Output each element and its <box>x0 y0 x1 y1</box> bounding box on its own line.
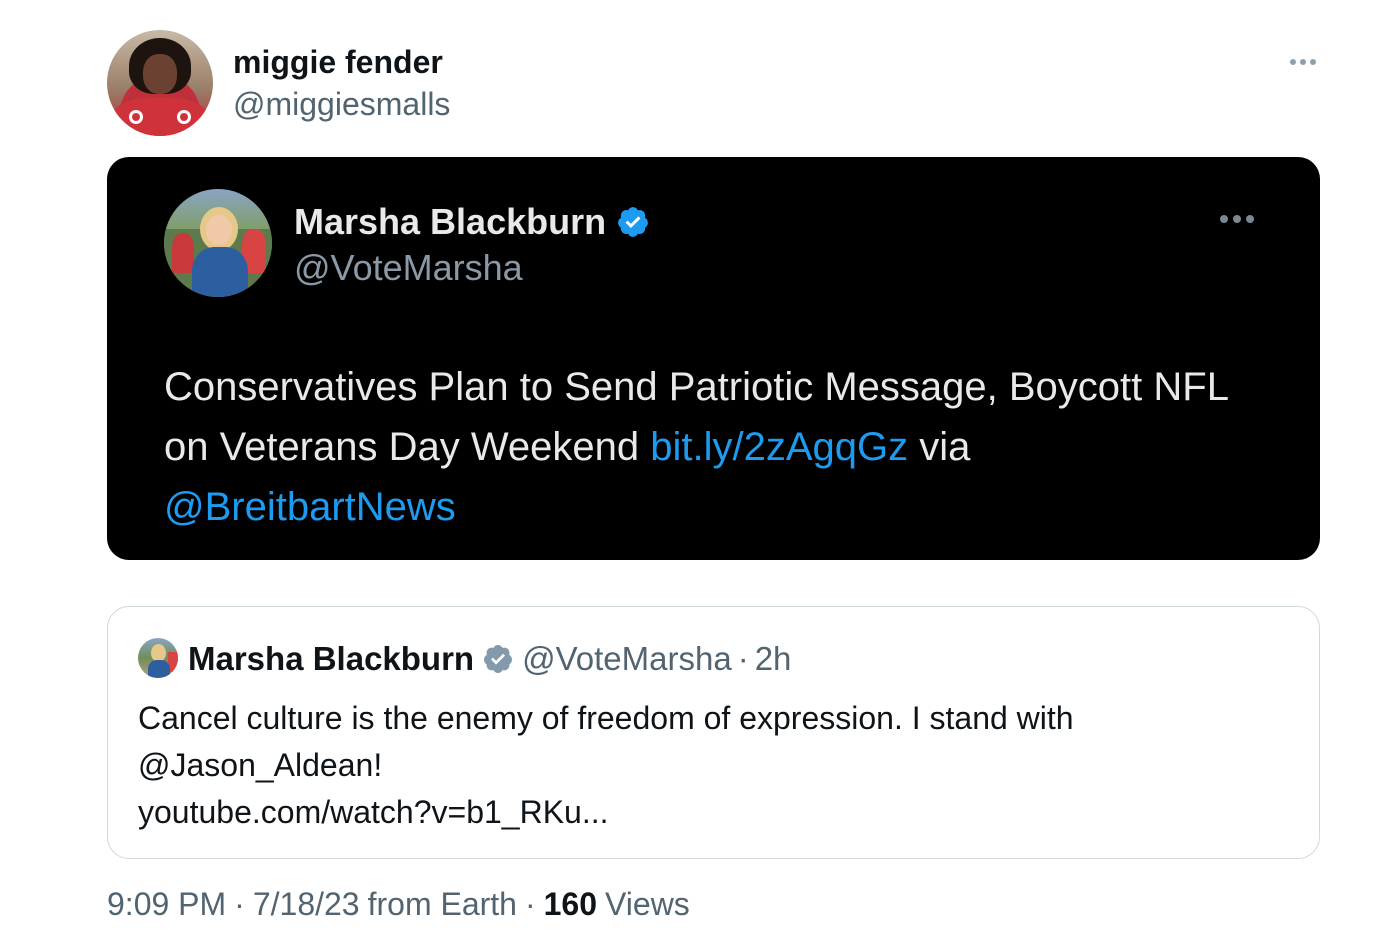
avatar-face <box>206 215 232 245</box>
more-dot <box>1220 215 1228 223</box>
embedded-text-part: via <box>908 425 971 469</box>
embedded-author-name: Marsha Blackburn <box>294 201 607 242</box>
separator-dot: · <box>737 640 749 677</box>
embedded-mention-link: @BreitbartNews <box>164 485 456 529</box>
quoted-author-handle: @VoteMarsha <box>522 640 732 677</box>
author-name[interactable]: miggie fender <box>233 44 443 81</box>
quoted-author-avatar <box>138 638 178 678</box>
quoted-mention: @Jason_Aldean! <box>138 747 383 783</box>
embedded-author-avatar <box>164 189 272 297</box>
author-avatar[interactable] <box>107 30 213 136</box>
embedded-author-handle: @VoteMarsha <box>294 247 523 288</box>
author-handle[interactable]: @miggiesmalls <box>233 86 450 123</box>
avatar-emblem-right <box>177 110 191 124</box>
more-dot <box>1246 215 1254 223</box>
more-dot <box>1310 59 1316 65</box>
separator-dot: · <box>524 886 536 922</box>
more-options-icon <box>1215 207 1259 231</box>
tweet-time[interactable]: 9:09 PM <box>107 886 226 923</box>
quoted-author-name: Marsha Blackburn <box>188 640 475 677</box>
verified-badge-icon <box>618 207 648 237</box>
tweet-source: from Earth <box>367 886 517 922</box>
views-count[interactable]: 160 <box>544 886 597 923</box>
tweet-meta: 9:09 PM · 7/18/23 from Earth · 160 Views <box>107 886 690 923</box>
tweet-header: miggie fender @miggiesmalls <box>107 30 1322 136</box>
tweet-date[interactable]: 7/18/23 <box>253 886 360 923</box>
embedded-tweet-image[interactable]: Marsha Blackburn @VoteMarsha Conservativ… <box>107 157 1320 560</box>
quoted-tweet-header: Marsha Blackburn @VoteMarsha · 2h <box>188 639 791 679</box>
avatar-bystander <box>172 233 194 273</box>
verified-badge-icon <box>484 645 513 673</box>
avatar-jacket <box>192 247 248 297</box>
avatar-emblem-left <box>129 110 143 124</box>
avatar-face <box>143 54 177 94</box>
avatar-shirt <box>111 98 209 136</box>
more-options-icon[interactable] <box>1287 48 1319 76</box>
embedded-author-name-row: Marsha Blackburn <box>294 201 650 243</box>
avatar-jacket <box>148 660 170 678</box>
more-dot <box>1300 59 1306 65</box>
separator-dot: · <box>234 886 245 922</box>
views-label: Views <box>605 886 690 922</box>
quoted-text-line: Cancel culture is the enemy of freedom o… <box>138 700 1074 736</box>
quoted-link: youtube.com/watch?v=b1_RKu... <box>138 794 609 830</box>
embedded-short-link: bit.ly/2zAgqGz <box>650 425 909 469</box>
quoted-tweet-text: Cancel culture is the enemy of freedom o… <box>138 695 1288 836</box>
more-dot <box>1233 215 1241 223</box>
quoted-tweet-time: 2h <box>754 640 792 677</box>
quoted-tweet-card[interactable]: Marsha Blackburn @VoteMarsha · 2h Cancel… <box>107 606 1320 859</box>
more-dot <box>1290 59 1296 65</box>
embedded-tweet-text: Conservatives Plan to Send Patriotic Mes… <box>164 357 1274 537</box>
